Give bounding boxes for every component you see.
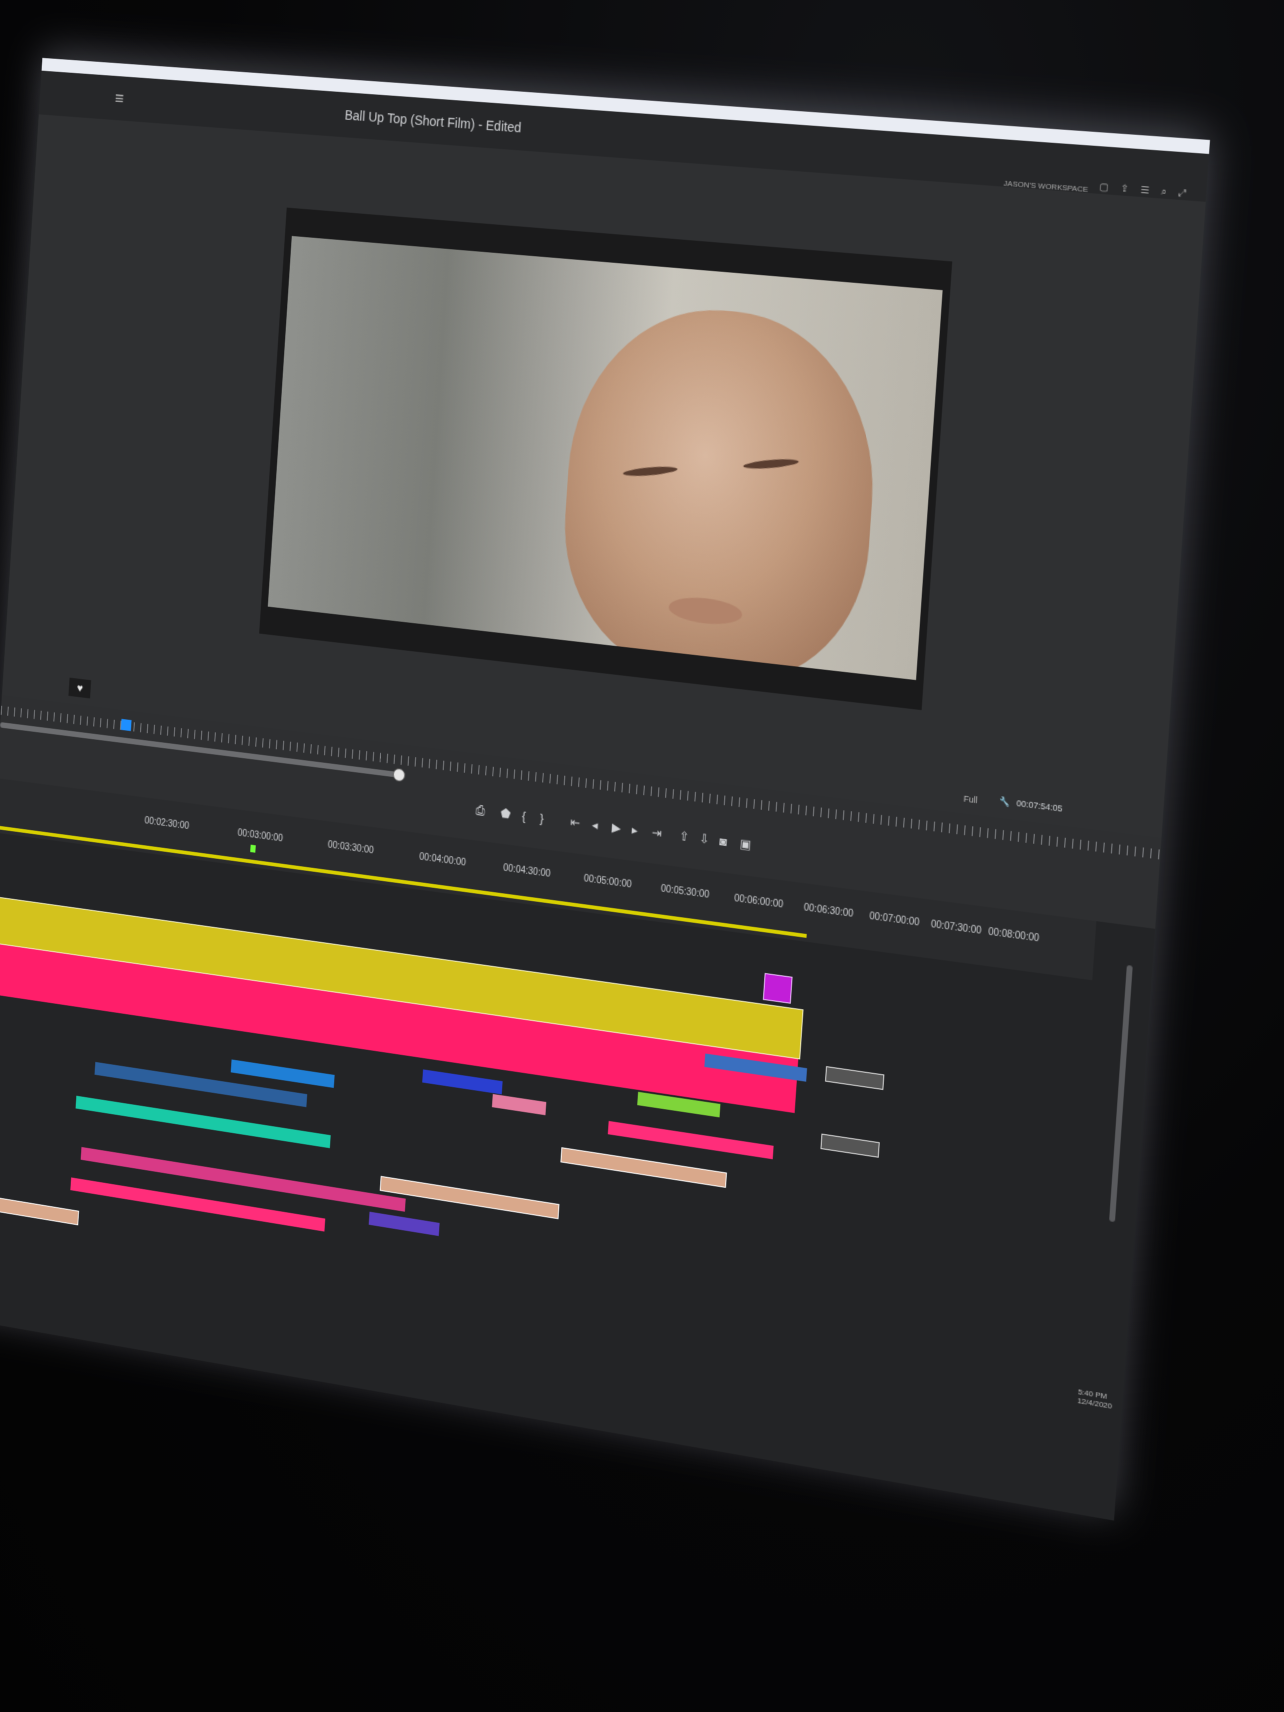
ruler-timecode: 00:02:30:00 [144,815,190,832]
zoom-select[interactable]: Full [963,794,978,805]
lips-shape [667,594,744,628]
mark-out-icon[interactable]: } [539,811,544,826]
timeline-clip[interactable] [422,1069,503,1095]
timeline-clip[interactable] [230,1059,335,1088]
wrench-icon[interactable]: 🔧 [999,796,1010,808]
play-icon[interactable]: ▶ [611,820,621,836]
lift-icon[interactable]: ⇧ [679,828,690,845]
share-icon[interactable]: ⇪ [1120,184,1129,196]
ruler-timecode: 00:04:00:00 [418,851,467,869]
eye-shape [622,465,678,478]
timeline-clip[interactable] [560,1147,727,1188]
timeline-clip[interactable] [80,1146,406,1212]
compare-icon[interactable]: ▣ [739,836,751,853]
ruler-timecode: 00:03:00:00 [237,828,284,845]
tray-date: 12/4/2020 [1077,1396,1113,1411]
heart-icon[interactable]: ♥ [68,677,92,699]
menu-icon[interactable]: ≡ [114,89,124,109]
timeline-clip[interactable] [607,1120,774,1160]
face-image [555,298,885,681]
step-back-icon[interactable]: ◂ [591,817,599,833]
duration-timecode: 00:07:54:05 [1016,798,1063,814]
premiere-window: ≡ Ball Up Top (Short Film) - Edited JASO… [0,70,1210,1521]
timeline-clip[interactable] [379,1175,560,1220]
timeline-clip[interactable] [820,1133,880,1158]
timeline-vertical-scrollbar[interactable] [1109,964,1133,1223]
export-frame-icon[interactable]: ⎙ [475,803,485,819]
search-icon[interactable]: ⌕ [1161,187,1167,198]
ruler-timecode: 00:06:30:00 [803,902,854,920]
ruler-timecode: 00:04:30:00 [502,863,551,880]
extract-icon[interactable]: ⇩ [699,831,710,848]
ruler-timecode: 00:08:00:00 [987,926,1040,945]
ruler-timecode: 00:07:00:00 [869,911,920,929]
video-frame [259,207,953,711]
timeline-clip[interactable] [0,1192,80,1226]
system-tray: 5:40 PM 12/4/2020 [1077,1387,1113,1410]
camera-icon[interactable]: ◙ [719,834,727,849]
expand-icon[interactable]: ⤢ [1178,188,1187,200]
timeline-clip[interactable] [825,1066,885,1090]
playhead-marker[interactable] [120,718,132,732]
panel-icon[interactable]: ▢ [1099,182,1109,194]
eye-shape [742,457,800,471]
go-to-out-icon[interactable]: ⇥ [651,825,662,842]
ruler-timecode: 00:03:30:00 [327,839,374,857]
document-title: Ball Up Top (Short Film) - Edited [344,107,522,136]
timeline-clip[interactable] [762,972,793,1004]
computer-monitor: ≡ Ball Up Top (Short Film) - Edited JASO… [0,57,1210,1521]
ruler-timecode: 00:07:30:00 [930,919,982,937]
timeline-clip[interactable] [368,1211,440,1237]
ruler-timecode: 00:06:00:00 [733,893,784,911]
ruler-timecode: 00:05:30:00 [660,883,710,901]
step-forward-icon[interactable]: ▸ [631,822,638,838]
ruler-timecode: 00:05:00:00 [583,873,632,891]
video-preview [267,235,943,681]
timeline-clip[interactable] [491,1093,547,1116]
sequence-marker[interactable] [250,844,256,853]
list-icon[interactable]: ☰ [1140,185,1150,197]
mark-in-icon[interactable]: { [522,808,527,823]
go-to-in-icon[interactable]: ⇤ [570,815,581,831]
zoom-scrollbar-handle[interactable] [392,767,406,783]
add-marker-icon[interactable]: ⬟ [500,806,511,822]
